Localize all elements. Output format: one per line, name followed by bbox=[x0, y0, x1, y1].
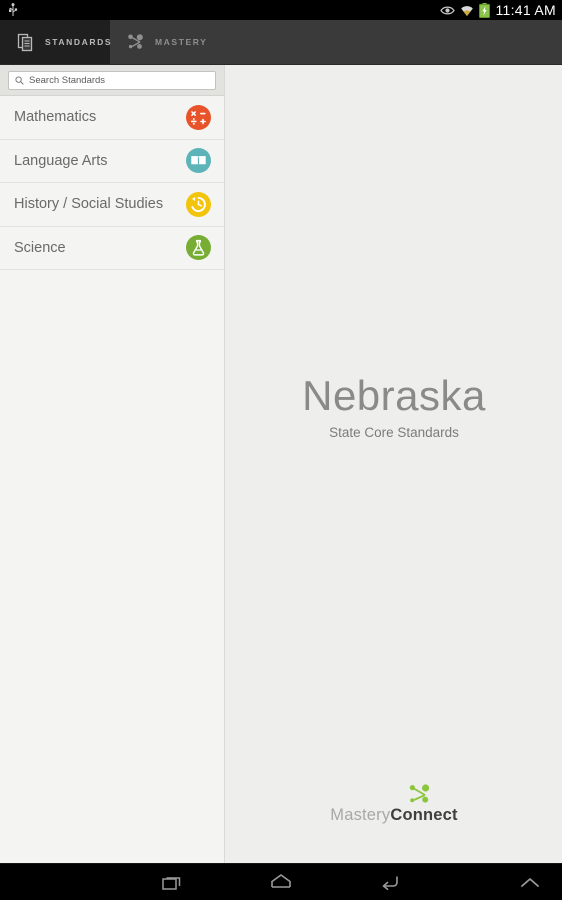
sidebar-item-label: Language Arts bbox=[14, 152, 108, 169]
search-box[interactable] bbox=[8, 70, 216, 90]
sidebar-item-science[interactable]: Science bbox=[0, 226, 224, 270]
search-input[interactable] bbox=[29, 71, 209, 89]
tab-mastery[interactable]: MASTERY bbox=[110, 20, 226, 64]
search-icon bbox=[15, 75, 24, 85]
status-bar-left bbox=[8, 3, 18, 17]
sidebar-item-language-arts[interactable]: Language Arts bbox=[0, 139, 224, 183]
wifi-icon bbox=[461, 5, 474, 16]
sidebar-item-label: Mathematics bbox=[14, 109, 97, 126]
sidebar-item-label: Science bbox=[14, 239, 66, 256]
recents-icon bbox=[162, 876, 181, 890]
home-icon bbox=[271, 873, 291, 888]
status-bar-clock: 11:41 AM bbox=[495, 2, 556, 18]
sidebar-item-history-social-studies[interactable]: History / Social Studies bbox=[0, 183, 224, 227]
status-bar: 11:41 AM bbox=[0, 0, 562, 20]
page-subtitle: State Core Standards bbox=[329, 425, 459, 440]
expand-button[interactable] bbox=[502, 864, 558, 900]
search-bar-container bbox=[0, 65, 224, 96]
recents-button[interactable] bbox=[145, 864, 201, 900]
home-button[interactable] bbox=[253, 864, 309, 900]
sidebar-item-mathematics[interactable]: Mathematics bbox=[0, 96, 224, 140]
usb-icon bbox=[9, 3, 18, 16]
node-graph-icon bbox=[409, 784, 430, 803]
flask-icon bbox=[186, 235, 211, 261]
sidebar-item-label: History / Social Studies bbox=[14, 196, 164, 213]
tab-bar: STANDARDS MASTERY bbox=[0, 20, 562, 65]
tab-mastery-label: MASTERY bbox=[155, 37, 208, 47]
subject-list: Mathematics Language Arts History / Soci… bbox=[0, 96, 224, 270]
back-icon bbox=[382, 875, 398, 890]
masteryconnect-logo: MasteryConnect bbox=[226, 783, 562, 825]
tab-standards-label: STANDARDS bbox=[45, 37, 113, 47]
state-hero: Nebraska State Core Standards bbox=[226, 370, 562, 440]
page-title: Nebraska bbox=[302, 372, 486, 419]
main-content: Nebraska State Core Standards MasteryCon… bbox=[226, 65, 562, 863]
tab-standards[interactable]: STANDARDS bbox=[0, 20, 113, 64]
sidebar: Mathematics Language Arts bbox=[0, 65, 225, 863]
clock-history-icon bbox=[186, 191, 211, 217]
system-navigation-bar bbox=[0, 863, 562, 900]
eye-icon bbox=[440, 6, 456, 14]
math-operators-icon bbox=[186, 104, 211, 130]
chevron-up-icon bbox=[521, 877, 539, 887]
open-book-icon bbox=[186, 148, 211, 174]
app-root: 11:41 AM STANDARDS MASTERY Search Standa… bbox=[0, 0, 562, 900]
back-button[interactable] bbox=[362, 864, 418, 900]
status-bar-right: 11:41 AM bbox=[440, 0, 556, 20]
documents-icon bbox=[17, 33, 33, 52]
brand-wordmark: MasteryConnect bbox=[330, 806, 457, 825]
battery-icon bbox=[479, 2, 491, 18]
brand-mastery: Mastery bbox=[330, 806, 391, 824]
node-graph-icon bbox=[128, 34, 143, 49]
brand-connect: Connect bbox=[390, 806, 458, 824]
